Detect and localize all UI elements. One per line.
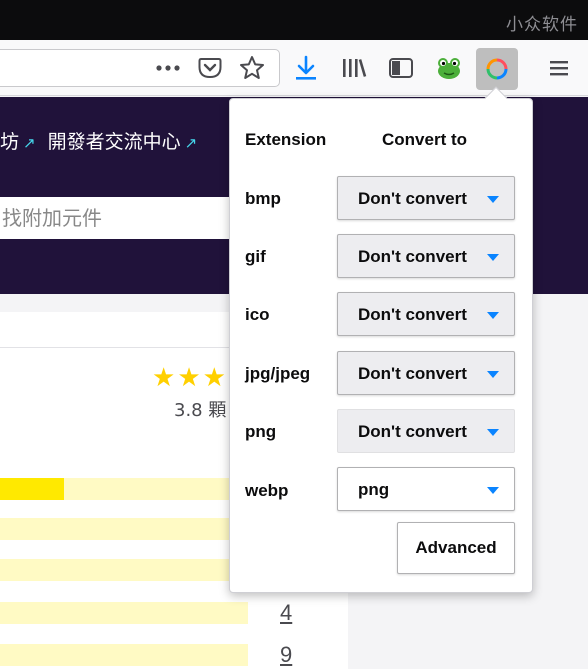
rating-stars: ★★★ <box>152 364 228 390</box>
ext-label-gif: gif <box>245 247 266 266</box>
convert-extension-button[interactable] <box>476 48 518 90</box>
convert-select-jpg[interactable]: Don't convert <box>337 351 515 395</box>
rating-bar[interactable] <box>0 644 248 666</box>
site-search-input[interactable]: 找附加元件 <box>0 197 238 239</box>
select-value: png <box>358 480 390 499</box>
image-convert-popup <box>229 98 533 593</box>
dropdown-caret-icon <box>487 371 499 378</box>
convert-select-ico[interactable]: Don't convert <box>337 292 515 336</box>
star-icon: ★ <box>202 362 228 392</box>
dropdown-caret-icon <box>487 487 499 494</box>
convert-select-bmp[interactable]: Don't convert <box>337 176 515 220</box>
dropdown-caret-icon <box>487 312 499 319</box>
star-icon: ★ <box>177 362 203 392</box>
convert-select-gif[interactable]: Don't convert <box>337 234 515 278</box>
header-convert-to: Convert to <box>382 130 467 149</box>
menu-icon[interactable] <box>545 54 573 82</box>
rating-score: 3.8 顆 <box>174 400 227 421</box>
rating-count-link[interactable]: 9 <box>280 642 292 668</box>
select-value: Don't convert <box>358 364 467 383</box>
external-link-icon: ↗ <box>23 134 36 152</box>
pocket-icon[interactable] <box>196 54 224 82</box>
ext-label-png: png <box>245 422 277 441</box>
ext-label-bmp: bmp <box>245 189 281 208</box>
rating-bar[interactable] <box>0 559 248 581</box>
convert-select-png[interactable]: Don't convert <box>337 409 515 453</box>
nav-link-developer-hub[interactable]: 開發者交流中心 <box>48 131 181 153</box>
frog-extension-icon[interactable] <box>435 54 463 82</box>
select-value: Don't convert <box>358 305 467 324</box>
dropdown-caret-icon <box>487 254 499 261</box>
rating-bar[interactable] <box>0 602 248 624</box>
bookmark-star-icon[interactable] <box>238 54 266 82</box>
star-icon: ★ <box>152 362 178 392</box>
convert-extension-icon <box>486 58 508 80</box>
rating-bar[interactable] <box>0 518 248 540</box>
select-value: Don't convert <box>358 247 467 266</box>
nav-link-workshop[interactable]: 坊 <box>0 131 19 153</box>
download-icon[interactable] <box>292 54 320 82</box>
select-value: Don't convert <box>358 422 467 441</box>
select-value: Don't convert <box>358 189 467 208</box>
header-extension: Extension <box>245 130 327 149</box>
dropdown-caret-icon <box>487 429 499 436</box>
more-icon[interactable] <box>154 54 182 82</box>
ext-label-webp: webp <box>245 481 289 500</box>
window-titlebar: 小众软件 <box>0 0 588 40</box>
rating-bar[interactable] <box>0 478 248 500</box>
external-link-icon: ↗ <box>184 134 198 152</box>
ext-label-jpg: jpg/jpeg <box>245 364 311 383</box>
watermark-text: 小众软件 <box>506 15 578 35</box>
rating-count-link[interactable]: 4 <box>280 600 292 626</box>
sidebar-icon[interactable] <box>387 54 415 82</box>
dropdown-caret-icon <box>487 196 499 203</box>
rating-bar-fill <box>0 478 65 500</box>
site-nav-links: 坊 ↗ 開發者交流中心 ↗ <box>0 127 203 154</box>
convert-select-webp[interactable]: png <box>337 467 515 511</box>
ext-label-ico: ico <box>245 305 270 324</box>
library-icon[interactable] <box>340 54 368 82</box>
advanced-button[interactable]: Advanced <box>397 522 515 574</box>
